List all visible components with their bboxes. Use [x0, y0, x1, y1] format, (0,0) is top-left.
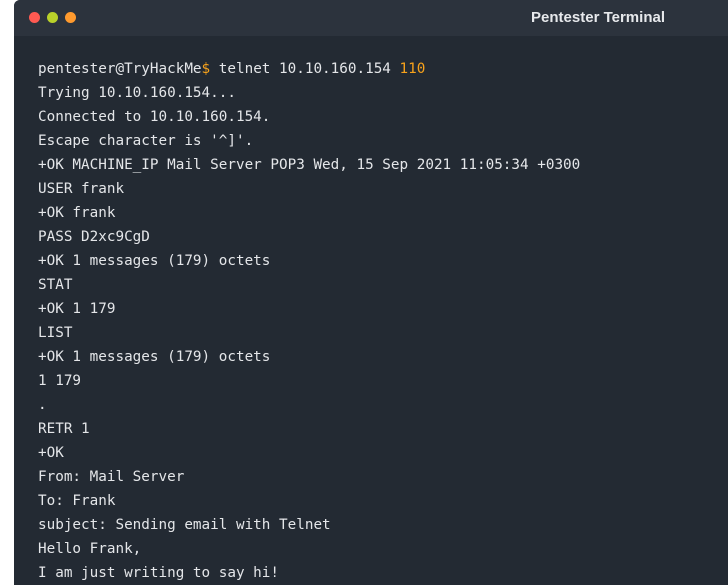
- minimize-button[interactable]: [47, 12, 58, 23]
- output-line: USER frank: [38, 181, 125, 197]
- title-bar: Pentester Terminal: [14, 0, 728, 36]
- output-line: +OK MACHINE_IP Mail Server POP3 Wed, 15 …: [38, 157, 581, 173]
- prompt-symbol: $: [201, 61, 211, 77]
- prompt-user-host: pentester@TryHackMe: [38, 61, 202, 77]
- output-line: Hello Frank,: [38, 541, 142, 557]
- output-line: To: Frank: [38, 493, 116, 509]
- output-line: +OK 1 messages (179) octets: [38, 253, 271, 269]
- window-controls: [29, 12, 76, 23]
- output-line: +OK frank: [38, 205, 116, 221]
- command-port: 110: [399, 61, 426, 77]
- output-line: .: [38, 397, 47, 413]
- output-line: PASS D2xc9CgD: [38, 229, 150, 245]
- output-line: Trying 10.10.160.154...: [38, 85, 236, 101]
- terminal-window: Pentester Terminal pentester@TryHackMe$ …: [14, 0, 728, 585]
- output-line: 1 179: [38, 373, 82, 389]
- command-line: pentester@TryHackMe$ telnet 10.10.160.15…: [38, 57, 728, 81]
- output-line: subject: Sending email with Telnet: [38, 517, 331, 533]
- output-line: Escape character is '^]'.: [38, 133, 254, 149]
- output-line: STAT: [38, 277, 73, 293]
- maximize-button[interactable]: [65, 12, 76, 23]
- window-title: Pentester Terminal: [531, 9, 665, 26]
- output-line: Connected to 10.10.160.154.: [38, 109, 271, 125]
- command-text: telnet 10.10.160.154: [210, 61, 400, 77]
- output-line: +OK 1 messages (179) octets: [38, 349, 271, 365]
- output-line: +OK 1 179: [38, 301, 116, 317]
- output-line: +OK: [38, 445, 64, 461]
- close-button[interactable]: [29, 12, 40, 23]
- output-line: RETR 1: [38, 421, 90, 437]
- output-line: I am just writing to say hi!: [38, 565, 280, 581]
- terminal-output[interactable]: pentester@TryHackMe$ telnet 10.10.160.15…: [38, 57, 728, 585]
- output-line: LIST: [38, 325, 73, 341]
- output-line: From: Mail Server: [38, 469, 185, 485]
